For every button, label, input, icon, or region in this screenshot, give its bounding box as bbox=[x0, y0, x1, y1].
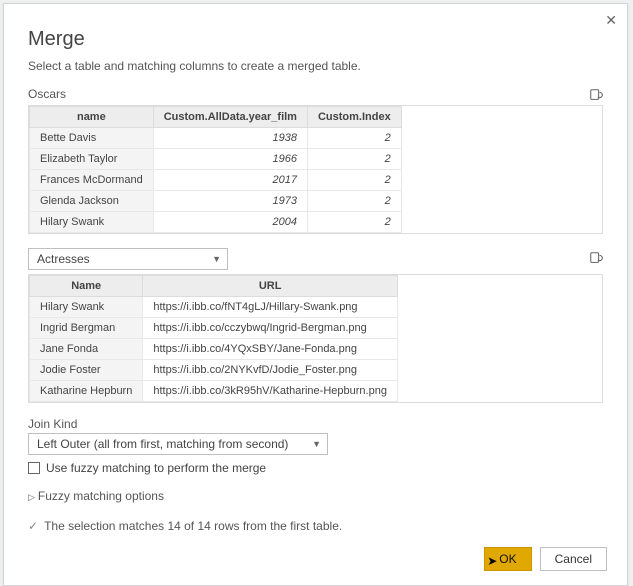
chevron-down-icon: ▼ bbox=[212, 254, 221, 264]
col-header[interactable]: URL bbox=[143, 276, 398, 297]
join-kind-label: Join Kind bbox=[28, 417, 603, 431]
checkbox-icon[interactable] bbox=[28, 462, 40, 474]
chevron-right-icon: ▷ bbox=[28, 492, 35, 503]
cursor-icon: ➤ bbox=[487, 554, 497, 568]
table-header-row: Name URL bbox=[30, 276, 398, 297]
dropdown-value: Actresses bbox=[37, 252, 90, 266]
refresh-preview-icon[interactable] bbox=[589, 88, 603, 105]
table-row[interactable]: Bette Davis19382 bbox=[30, 128, 402, 149]
table-row[interactable]: Frances McDormand20172 bbox=[30, 170, 402, 191]
second-table-dropdown[interactable]: Actresses ▼ bbox=[28, 248, 228, 270]
fuzzy-matching-checkbox-row[interactable]: Use fuzzy matching to perform the merge bbox=[28, 461, 603, 475]
table-row[interactable]: Jane Fondahttps://i.ibb.co/4YQxSBY/Jane-… bbox=[30, 339, 398, 360]
table1-preview: name Custom.AllData.year_film Custom.Ind… bbox=[28, 105, 603, 234]
table-row[interactable]: Ingrid Bergmanhttps://i.ibb.co/cczybwq/I… bbox=[30, 318, 398, 339]
join-kind-dropdown[interactable]: Left Outer (all from first, matching fro… bbox=[28, 433, 328, 455]
check-icon: ✓ bbox=[28, 519, 38, 533]
col-header[interactable]: name bbox=[30, 107, 154, 128]
table-header-row: name Custom.AllData.year_film Custom.Ind… bbox=[30, 107, 402, 128]
fuzzy-checkbox-label: Use fuzzy matching to perform the merge bbox=[46, 461, 266, 475]
close-icon[interactable]: ✕ bbox=[605, 12, 617, 29]
cancel-button[interactable]: Cancel bbox=[540, 547, 607, 571]
dialog-subtitle: Select a table and matching columns to c… bbox=[28, 59, 603, 73]
table-row[interactable]: Elizabeth Taylor19662 bbox=[30, 149, 402, 170]
match-status: ✓ The selection matches 14 of 14 rows fr… bbox=[28, 519, 603, 533]
chevron-down-icon: ▼ bbox=[312, 439, 321, 449]
col-header[interactable]: Name bbox=[30, 276, 143, 297]
status-text: The selection matches 14 of 14 rows from… bbox=[44, 519, 342, 533]
col-header[interactable]: Custom.Index bbox=[307, 107, 401, 128]
table-row[interactable]: Glenda Jackson19732 bbox=[30, 191, 402, 212]
table-row[interactable]: Hilary Swankhttps://i.ibb.co/fNT4gLJ/Hil… bbox=[30, 297, 398, 318]
dialog-title: Merge bbox=[28, 28, 603, 51]
table2-preview: Name URL Hilary Swankhttps://i.ibb.co/fN… bbox=[28, 274, 603, 403]
ok-button[interactable]: ➤ OK bbox=[484, 547, 531, 571]
merge-dialog: ✕ Merge Select a table and matching colu… bbox=[3, 3, 628, 586]
table-row[interactable]: Hilary Swank20042 bbox=[30, 212, 402, 233]
table-row[interactable]: Jodie Fosterhttps://i.ibb.co/2NYKvfD/Jod… bbox=[30, 360, 398, 381]
dialog-buttons: ➤ OK Cancel bbox=[484, 547, 607, 571]
col-header[interactable]: Custom.AllData.year_film bbox=[153, 107, 307, 128]
dropdown-value: Left Outer (all from first, matching fro… bbox=[37, 437, 288, 451]
table1-name: Oscars bbox=[28, 87, 66, 101]
table-row[interactable]: Katharine Hepburnhttps://i.ibb.co/3kR95h… bbox=[30, 381, 398, 402]
fuzzy-options-disclosure[interactable]: ▷Fuzzy matching options bbox=[28, 489, 603, 503]
refresh-preview-icon[interactable] bbox=[589, 251, 603, 268]
